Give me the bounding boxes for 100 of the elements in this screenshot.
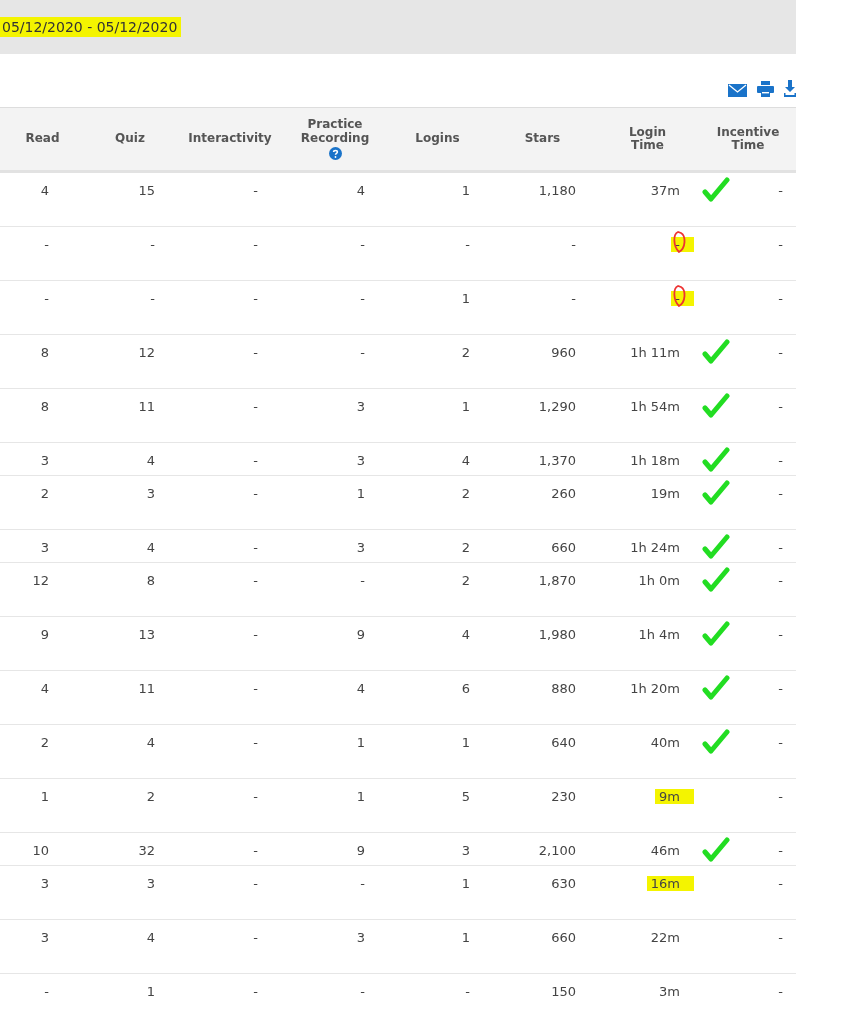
table-cell: 1: [461, 183, 470, 198]
table-cell: -: [571, 291, 576, 306]
table-cell: -: [253, 540, 258, 555]
column-header[interactable]: Interactivity: [188, 132, 272, 146]
table-cell: 8: [40, 399, 49, 414]
table-cell: 2: [40, 486, 49, 501]
table-cell: -: [253, 984, 258, 999]
table-cell: -: [360, 573, 365, 588]
column-header[interactable]: Incentive Time: [713, 125, 783, 153]
table-cell: -: [778, 399, 783, 414]
table-cell: 11: [138, 399, 155, 414]
table-cell: 1,180: [538, 183, 576, 198]
table-cell: 4: [356, 681, 365, 696]
table-cell: 3: [356, 930, 365, 945]
table-cell: -: [253, 681, 258, 696]
table-cell: 630: [551, 876, 576, 891]
table-cell: -: [360, 237, 365, 252]
column-header[interactable]: Practice Recording: [300, 118, 370, 145]
table-cell: 16m: [646, 876, 694, 891]
help-icon[interactable]: [328, 146, 342, 160]
table-cell: -: [253, 291, 258, 306]
table-cell: 40m: [650, 735, 680, 750]
table-cell: 1: [461, 876, 470, 891]
table-cell: 12: [32, 573, 49, 588]
table-cell: 3: [40, 540, 49, 555]
table-cell: 1: [40, 789, 49, 804]
table-cell: -: [253, 486, 258, 501]
table-cell: -: [778, 681, 783, 696]
table-cell: -: [44, 291, 49, 306]
table-cell: 1: [356, 486, 365, 501]
table-cell: 4: [40, 183, 49, 198]
table-cell: 1: [461, 399, 470, 414]
email-icon[interactable]: [728, 84, 747, 97]
date-range: 05/12/2020 - 05/12/2020: [0, 17, 182, 37]
table-cell: 2,100: [538, 843, 576, 858]
table-cell: 1: [461, 735, 470, 750]
table-cell: -: [150, 237, 155, 252]
table-cell: 1,290: [538, 399, 576, 414]
column-header[interactable]: Stars: [524, 132, 561, 146]
table-cell: 3: [146, 876, 155, 891]
table-cell: -: [778, 453, 783, 468]
table-cell: -: [571, 237, 576, 252]
table-cell: 640: [551, 735, 576, 750]
table-cell: 1: [146, 984, 155, 999]
table-cell: -: [360, 984, 365, 999]
table-cell: -: [253, 930, 258, 945]
column-header[interactable]: Login Time: [612, 125, 683, 153]
table-cell: -: [150, 291, 155, 306]
table-cell: -: [253, 843, 258, 858]
table-cell: 1h 20m: [630, 681, 680, 696]
table-cell: -: [778, 984, 783, 999]
print-icon[interactable]: [757, 81, 774, 97]
table-cell: 2: [146, 789, 155, 804]
table-cell: 3: [356, 399, 365, 414]
table-cell: -: [253, 183, 258, 198]
table-cell: 660: [551, 930, 576, 945]
table-cell: 1h 4m: [638, 627, 680, 642]
table-cell: 3: [40, 453, 49, 468]
table-cell: 3: [356, 453, 365, 468]
table-cell: 8: [40, 345, 49, 360]
table-cell: -: [778, 843, 783, 858]
table-cell: 5: [461, 789, 470, 804]
table-cell: 3m: [659, 984, 680, 999]
table-cell: 2: [461, 540, 470, 555]
column-header[interactable]: Quiz: [115, 132, 145, 146]
table-cell: 1h 24m: [630, 540, 680, 555]
table-cell: 4: [461, 627, 470, 642]
table-cell: -: [778, 183, 783, 198]
table-cell: -: [778, 291, 783, 306]
table-cell: 880: [551, 681, 576, 696]
table-cell: -: [253, 573, 258, 588]
table-cell: -: [778, 486, 783, 501]
table-cell: -: [44, 984, 49, 999]
table-cell: -: [778, 627, 783, 642]
table-cell: -: [253, 453, 258, 468]
table-cell: -: [778, 540, 783, 555]
table-cell: 2: [461, 486, 470, 501]
download-icon[interactable]: [784, 80, 796, 97]
column-header[interactable]: Logins: [415, 132, 460, 146]
table-cell: 230: [551, 789, 576, 804]
table-cell: 960: [551, 345, 576, 360]
table-cell: 46m: [650, 843, 680, 858]
table-cell: 2: [461, 345, 470, 360]
column-header[interactable]: Read: [25, 132, 60, 146]
table-cell: 1: [356, 789, 365, 804]
table-cell: 3: [146, 486, 155, 501]
table-cell: 12: [138, 345, 155, 360]
table-cell: 260: [551, 486, 576, 501]
table-cell: 3: [40, 876, 49, 891]
table-cell: -: [778, 573, 783, 588]
table-cell: -: [253, 399, 258, 414]
table-cell: -: [44, 237, 49, 252]
table-cell: 6: [461, 681, 470, 696]
table-cell: 4: [461, 453, 470, 468]
table-cell: -: [778, 237, 783, 252]
table-cell: 1: [461, 291, 470, 306]
table-cell: 1,870: [538, 573, 576, 588]
table-cell: 3: [356, 540, 365, 555]
table-cell: -: [253, 735, 258, 750]
table-cell: 9: [356, 843, 365, 858]
